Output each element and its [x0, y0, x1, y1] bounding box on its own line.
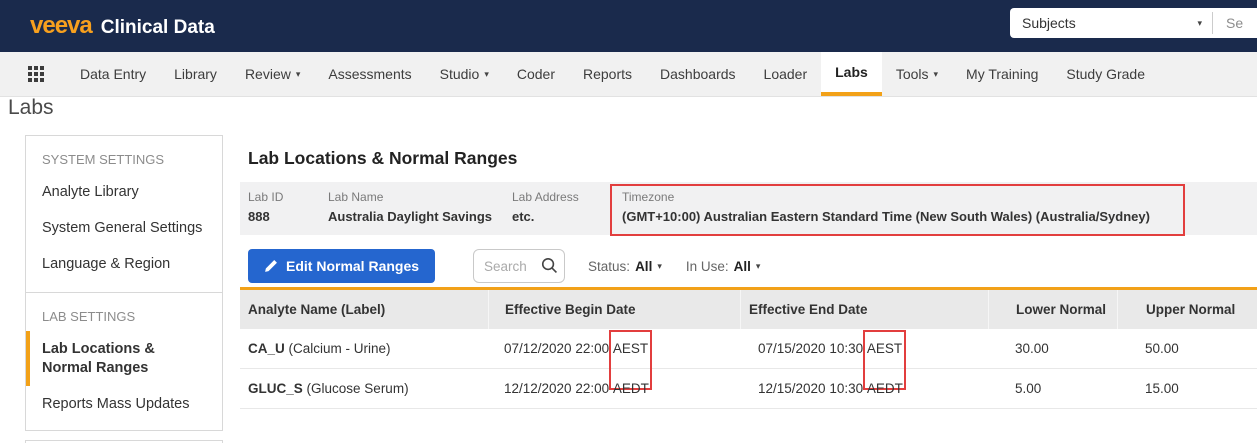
in-use-filter[interactable]: In Use: All ▾ [686, 259, 761, 274]
timezone-field: Timezone (GMT+10:00) Australian Eastern … [622, 190, 1150, 224]
column-header-upper-normal: Upper Normal [1117, 290, 1257, 329]
lower-normal-cell: 5.00 [988, 381, 1117, 396]
nav-item-coder[interactable]: Coder [503, 52, 569, 96]
table-search [473, 249, 565, 283]
sidebar-item-analyte-library[interactable]: Analyte Library [26, 174, 222, 210]
table-header-row: Analyte Name (Label) Effective Begin Dat… [240, 290, 1257, 329]
lab-address-label: Lab Address [512, 190, 579, 204]
lab-name-value: Australia Daylight Savings [328, 209, 492, 224]
lower-normal-cell: 30.00 [988, 341, 1117, 356]
sidebar-section-lab-settings: LAB SETTINGS [26, 293, 222, 331]
veeva-logo: veeva [30, 12, 92, 40]
sidebar-item-lab-locations-normal-ranges[interactable]: Lab Locations & Normal Ranges [26, 331, 222, 385]
table-filters: Status: All ▾ In Use: All ▾ [588, 259, 760, 274]
lab-name-label: Lab Name [328, 190, 492, 204]
end-timezone: AEDT [867, 381, 903, 396]
sidebar-item-system-general-settings[interactable]: System General Settings [26, 210, 222, 246]
table-toolbar: Edit Normal Ranges Status: All ▾ In Use:… [240, 249, 1257, 283]
nav-item-dashboards[interactable]: Dashboards [646, 52, 750, 96]
nav-items: Data Entry Library Review▾ Assessments S… [66, 52, 1159, 96]
global-search-bar: Subjects ▾ Se [1010, 8, 1257, 38]
column-header-effective-begin-date: Effective Begin Date [488, 290, 740, 329]
begin-timezone: AEDT [613, 381, 649, 396]
product-name: Clinical Data [101, 17, 215, 39]
column-header-effective-end-date: Effective End Date [740, 290, 988, 329]
app-header: veeva Clinical Data Subjects ▾ Se [0, 0, 1257, 52]
app-launcher-icon[interactable] [28, 66, 44, 82]
main-content: Lab Locations & Normal Ranges Lab ID 888… [240, 135, 1257, 409]
nav-item-data-entry[interactable]: Data Entry [66, 52, 160, 96]
global-search-input[interactable]: Se [1213, 15, 1257, 31]
nav-item-review[interactable]: Review▾ [231, 52, 314, 96]
chevron-down-icon: ▾ [484, 69, 489, 80]
lab-id-label: Lab ID [248, 190, 283, 204]
table-row: CA_U (Calcium - Urine) 07/12/2020 22:00 … [240, 329, 1257, 369]
nav-item-tools[interactable]: Tools▾ [882, 52, 952, 96]
veeva-clinical-data-app: veeva Clinical Data Subjects ▾ Se Data E… [0, 0, 1257, 443]
edit-normal-ranges-button[interactable]: Edit Normal Ranges [248, 249, 435, 283]
status-filter[interactable]: Status: All ▾ [588, 259, 662, 274]
nav-item-my-training[interactable]: My Training [952, 52, 1052, 96]
chevron-down-icon: ▾ [1197, 18, 1202, 29]
upper-normal-cell: 15.00 [1117, 381, 1257, 396]
sidebar-item-reports-mass-updates[interactable]: Reports Mass Updates [26, 386, 222, 422]
lab-id-field: Lab ID 888 [248, 190, 283, 224]
chevron-down-icon: ▾ [296, 69, 301, 80]
nav-item-studio[interactable]: Studio▾ [426, 52, 503, 96]
content-heading: Lab Locations & Normal Ranges [240, 135, 1257, 182]
search-scope-value: Subjects [1022, 15, 1076, 31]
brand: veeva Clinical Data [30, 12, 215, 40]
upper-normal-cell: 50.00 [1117, 341, 1257, 356]
pencil-icon [264, 259, 278, 273]
timezone-label: Timezone [622, 190, 1150, 204]
nav-item-assessments[interactable]: Assessments [314, 52, 425, 96]
lab-info-bar: Lab ID 888 Lab Name Australia Daylight S… [240, 182, 1257, 235]
search-icon[interactable] [540, 256, 559, 275]
column-header-analyte-name: Analyte Name (Label) [240, 290, 488, 329]
chevron-down-icon: ▾ [657, 261, 662, 272]
chevron-down-icon: ▾ [934, 69, 939, 80]
settings-sidebar: SYSTEM SETTINGS Analyte Library System G… [25, 135, 223, 431]
end-date-cell: 07/15/2020 10:30 AEST [740, 341, 988, 356]
lab-name-field: Lab Name Australia Daylight Savings [328, 190, 492, 224]
normal-ranges-table: Analyte Name (Label) Effective Begin Dat… [240, 287, 1257, 409]
begin-date-cell: 07/12/2020 22:00 AEST [488, 341, 740, 356]
lab-id-value: 888 [248, 209, 283, 224]
chevron-down-icon: ▾ [756, 261, 761, 272]
nav-item-loader[interactable]: Loader [750, 52, 822, 96]
main-nav: Data Entry Library Review▾ Assessments S… [0, 52, 1257, 97]
end-date-cell: 12/15/2020 10:30 AEDT [740, 381, 988, 396]
sidebar-section-system-settings: SYSTEM SETTINGS [26, 136, 222, 174]
nav-item-library[interactable]: Library [160, 52, 231, 96]
begin-date-cell: 12/12/2020 22:00 AEDT [488, 381, 740, 396]
column-header-lower-normal: Lower Normal [988, 290, 1117, 329]
nav-item-study-grade[interactable]: Study Grade [1052, 52, 1159, 96]
analyte-name-cell: GLUC_S (Glucose Serum) [240, 381, 488, 396]
lab-address-field: Lab Address etc. [512, 190, 579, 224]
page-title: Labs [8, 96, 54, 120]
lab-address-value: etc. [512, 209, 579, 224]
search-scope-dropdown[interactable]: Subjects ▾ [1010, 15, 1212, 31]
analyte-name-cell: CA_U (Calcium - Urine) [240, 341, 488, 356]
timezone-value: (GMT+10:00) Australian Eastern Standard … [622, 209, 1150, 224]
nav-item-labs[interactable]: Labs [821, 52, 882, 96]
end-timezone: AEST [867, 341, 902, 356]
nav-item-reports[interactable]: Reports [569, 52, 646, 96]
begin-timezone: AEST [613, 341, 648, 356]
sidebar-item-language-region[interactable]: Language & Region [26, 246, 222, 282]
table-row: GLUC_S (Glucose Serum) 12/12/2020 22:00 … [240, 369, 1257, 409]
